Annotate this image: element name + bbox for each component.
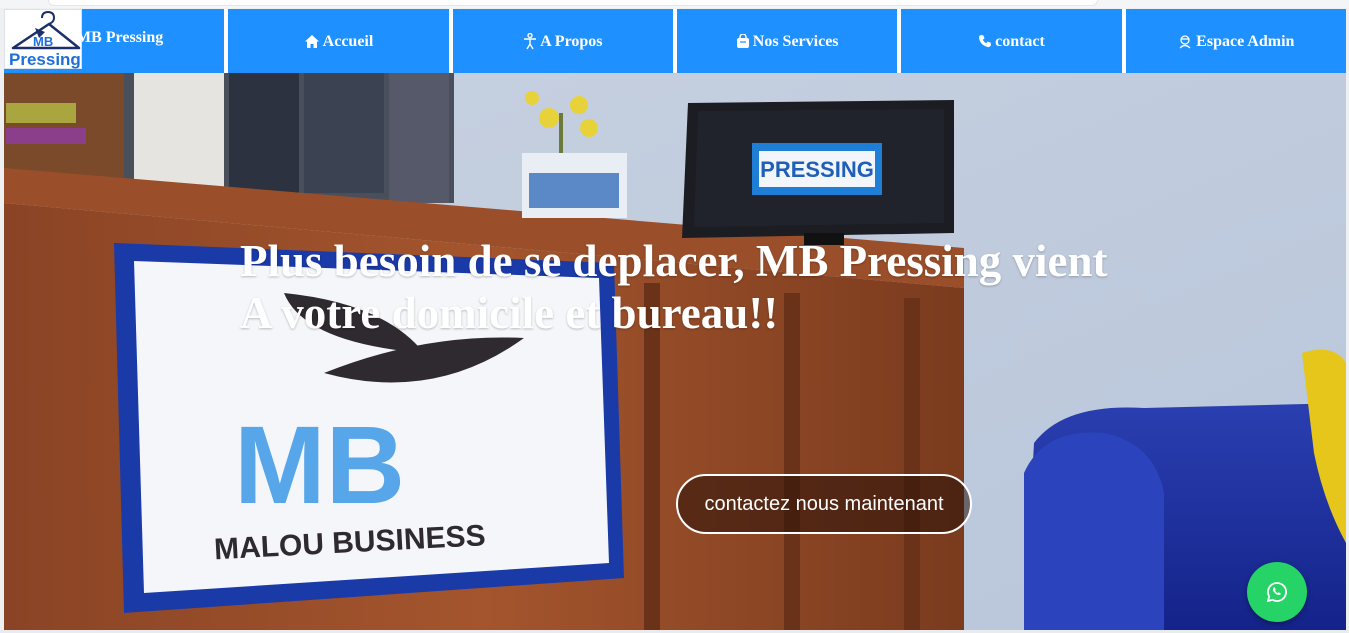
hero-section: PRESSING MB MALOU BUSINESS Plus besoin d…: [4, 73, 1346, 630]
admin-icon: [1177, 34, 1193, 49]
nav-item-contact[interactable]: contact: [901, 9, 1122, 73]
logo-text: Pressing: [9, 50, 81, 69]
sign-mb-text: MB: [234, 404, 405, 527]
hero-title: Plus besoin de se deplacer, MB Pressing …: [240, 236, 1108, 338]
nav-item-nos-services[interactable]: Nos Services: [676, 9, 898, 73]
main-navbar: MB Pressing MB Pressing Accueil A Propos…: [4, 9, 1346, 73]
nav-item-label: contact: [995, 33, 1045, 50]
nav-item-label: Nos Services: [752, 33, 839, 50]
nav-item-label: A Propos: [540, 33, 603, 50]
whatsapp-icon: [1266, 582, 1287, 603]
browser-top-strip: [0, 0, 1349, 8]
phone-icon: [978, 34, 992, 48]
nav-brand[interactable]: MB Pressing MB Pressing: [4, 9, 225, 73]
nav-item-label: Espace Admin: [1196, 33, 1295, 50]
hero-background-image: PRESSING MB MALOU BUSINESS: [4, 73, 1346, 630]
whatsapp-button[interactable]: [1247, 562, 1307, 622]
home-icon: [304, 34, 320, 49]
nav-item-accueil[interactable]: Accueil: [228, 9, 449, 73]
monitor-pressing-text: PRESSING: [760, 157, 874, 182]
hanger-logo-icon: MB Pressing: [9, 10, 81, 69]
nav-item-a-propos[interactable]: A Propos: [452, 9, 673, 73]
top-bar-decoration: [48, 0, 1098, 6]
nav-item-espace-admin[interactable]: Espace Admin: [1125, 9, 1346, 73]
brand-logo: MB Pressing: [4, 9, 82, 69]
nav-item-label: Accueil: [322, 33, 374, 50]
person-icon: [523, 32, 537, 50]
logo-mark-text: MB: [33, 34, 53, 49]
contact-cta-button[interactable]: contactez nous maintenant: [676, 474, 972, 534]
brand-label: MB Pressing: [76, 29, 164, 46]
bag-icon: [736, 33, 750, 49]
